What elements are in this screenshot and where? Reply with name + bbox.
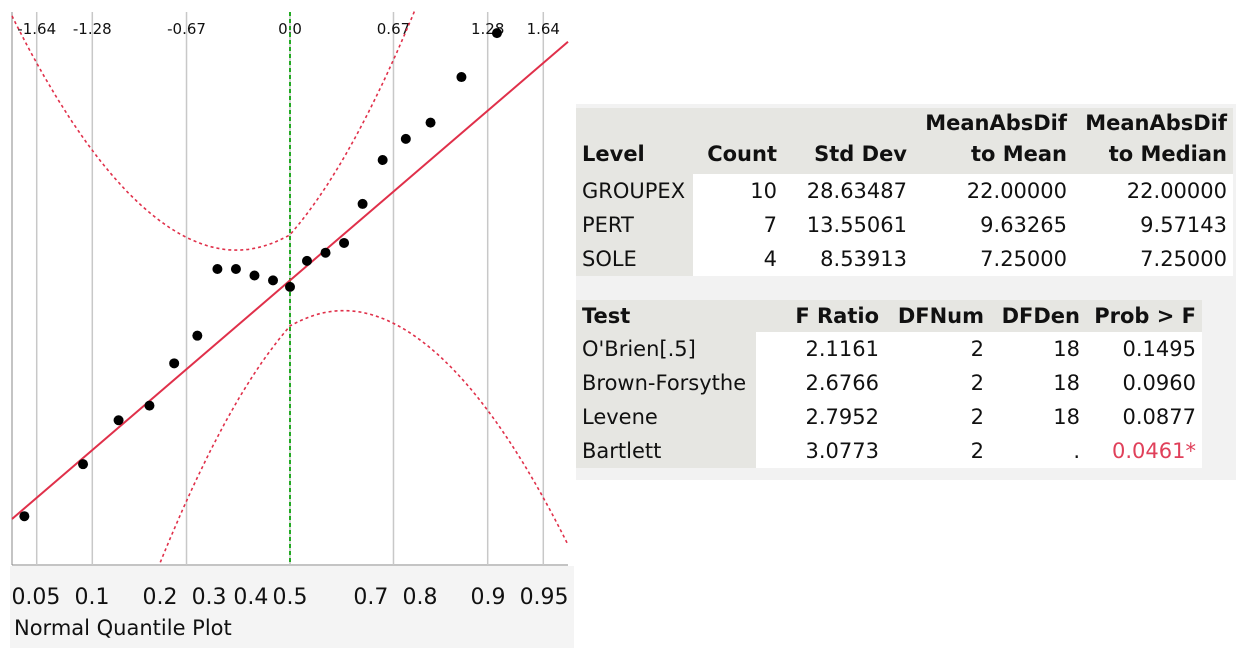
test-value: 0.1495 (1086, 332, 1202, 366)
bottom-tick-label: 0.9 (470, 585, 505, 610)
col-prob: Prob > F (1086, 300, 1202, 332)
bottom-tick-label: 0.05 (11, 585, 60, 610)
col-mad-median: MeanAbsDif to Median (1073, 108, 1233, 174)
data-point (192, 330, 203, 341)
stats-panel: Level Count Std Dev MeanAbsDif to Mean Me… (576, 104, 1236, 480)
data-point (285, 281, 295, 292)
level-stats-table: Level Count Std Dev MeanAbsDif to Mean Me… (576, 108, 1233, 276)
bottom-tick-label: 0.8 (403, 585, 438, 610)
level-label: SOLE (576, 242, 693, 276)
data-point (456, 72, 467, 83)
plot-caption: Normal Quantile Plot (14, 616, 232, 640)
data-point (249, 270, 260, 281)
test-value: 2.6766 (756, 366, 885, 400)
plot-svg: -1.64 -1.28 -0.67 0.0 0.67 1.28 1.640.05 0.1 0.2… (11, 9, 569, 610)
upper-confidence-band (11, 9, 416, 251)
test-value: 2 (885, 400, 990, 434)
top-tick-label: 1.64 (527, 20, 560, 38)
test-header-row: Test F Ratio DFNum DFDen Prob > F (576, 300, 1202, 332)
bottom-tick-label: 0.3 (192, 585, 227, 610)
stat-value: 28.63487 (783, 174, 913, 208)
data-point (357, 198, 368, 209)
data-point (491, 28, 502, 39)
stats-row: SOLE 4 8.53913 7.25000 7.25000 (576, 242, 1233, 276)
bottom-tick-label: 0.4 (233, 585, 268, 610)
data-point (230, 263, 241, 274)
data-point (212, 263, 223, 274)
bottom-tick-label: 0.2 (142, 585, 177, 610)
data-point (78, 459, 89, 470)
test-row: Bartlett 3.0773 2. 0.0461* (576, 434, 1202, 468)
lower-confidence-band (159, 309, 569, 563)
col-f-ratio: F Ratio (756, 300, 885, 332)
stat-value: 9.57143 (1073, 208, 1233, 242)
bottom-tick-label: 0.1 (75, 585, 110, 610)
stats-row: GROUPEX 10 28.63487 22.00000 22.00000 (576, 174, 1233, 208)
test-value: 18 (990, 332, 1086, 366)
data-point (320, 247, 331, 258)
data-point (301, 255, 312, 266)
stat-value: 9.63265 (913, 208, 1073, 242)
test-label: Levene (576, 400, 756, 434)
data-point (113, 415, 124, 426)
stat-value: 7.25000 (1073, 242, 1233, 276)
top-tick-label: -1.28 (73, 20, 112, 38)
stats-header-row: Level Count Std Dev MeanAbsDif to Mean Me… (576, 108, 1233, 174)
data-point (425, 117, 436, 128)
test-row: Brown-Forsythe 2.6766 2 18 0.0960 (576, 366, 1202, 400)
stat-value: 22.00000 (913, 174, 1073, 208)
data-point (400, 133, 411, 144)
variance-test-table: Test F Ratio DFNum DFDen Prob > F O'Brie… (576, 300, 1202, 468)
data-point (144, 400, 155, 411)
bottom-tick-label: 0.5 (273, 585, 308, 610)
stat-value: 22.00000 (1073, 174, 1233, 208)
top-tick-label: 0.67 (377, 20, 410, 38)
top-tick-label: -1.64 (17, 20, 56, 38)
col-count: Count (693, 108, 783, 174)
test-value: 18 (990, 366, 1086, 400)
normal-quantile-plot: -1.64 -1.28 -0.67 0.0 0.67 1.28 1.64 0.05 0.1 0.2… (0, 0, 575, 655)
test-label: O'Brien[.5] (576, 332, 756, 366)
data-point (169, 358, 180, 369)
test-label: Bartlett (576, 434, 756, 468)
data-point (268, 275, 279, 286)
test-value: 18 (990, 400, 1086, 434)
bottom-tick-label: 0.95 (520, 585, 569, 610)
col-mad-mean: MeanAbsDif to Mean (913, 108, 1073, 174)
test-value: 2 (885, 434, 990, 468)
test-value: 0.0960 (1086, 366, 1202, 400)
test-value: 2.1161 (756, 332, 885, 366)
top-tick-label: -0.67 (167, 20, 206, 38)
bottom-tick-label: 0.7 (353, 585, 388, 610)
col-dfnum: DFNum (885, 300, 990, 332)
stat-value: 10 (693, 174, 783, 208)
data-point (19, 511, 30, 522)
stat-value: 8.53913 (783, 242, 913, 276)
level-label: GROUPEX (576, 174, 693, 208)
col-dfden: DFDen (990, 300, 1086, 332)
level-label: PERT (576, 208, 693, 242)
stat-value: 13.55061 (783, 208, 913, 242)
test-value: 0.0461* (1086, 434, 1202, 468)
stat-value: 7.25000 (913, 242, 1073, 276)
data-point (339, 237, 350, 248)
test-value: 2.7952 (756, 400, 885, 434)
stat-value: 7 (693, 208, 783, 242)
test-label: Brown-Forsythe (576, 366, 756, 400)
test-row: O'Brien[.5] 2.1161 2 18 0.1495 (576, 332, 1202, 366)
col-level: Level (576, 108, 693, 174)
test-row: Levene 2.7952 2 18 0.0877 (576, 400, 1202, 434)
data-point (377, 155, 388, 166)
test-value: . (990, 434, 1086, 468)
test-value: 2 (885, 332, 990, 366)
col-std-dev: Std Dev (783, 108, 913, 174)
test-value: 3.0773 (756, 434, 885, 468)
test-value: 2 (885, 366, 990, 400)
stat-value: 4 (693, 242, 783, 276)
col-test: Test (576, 300, 756, 332)
stats-row: PERT 7 13.55061 9.63265 9.57143 (576, 208, 1233, 242)
test-value: 0.0877 (1086, 400, 1202, 434)
